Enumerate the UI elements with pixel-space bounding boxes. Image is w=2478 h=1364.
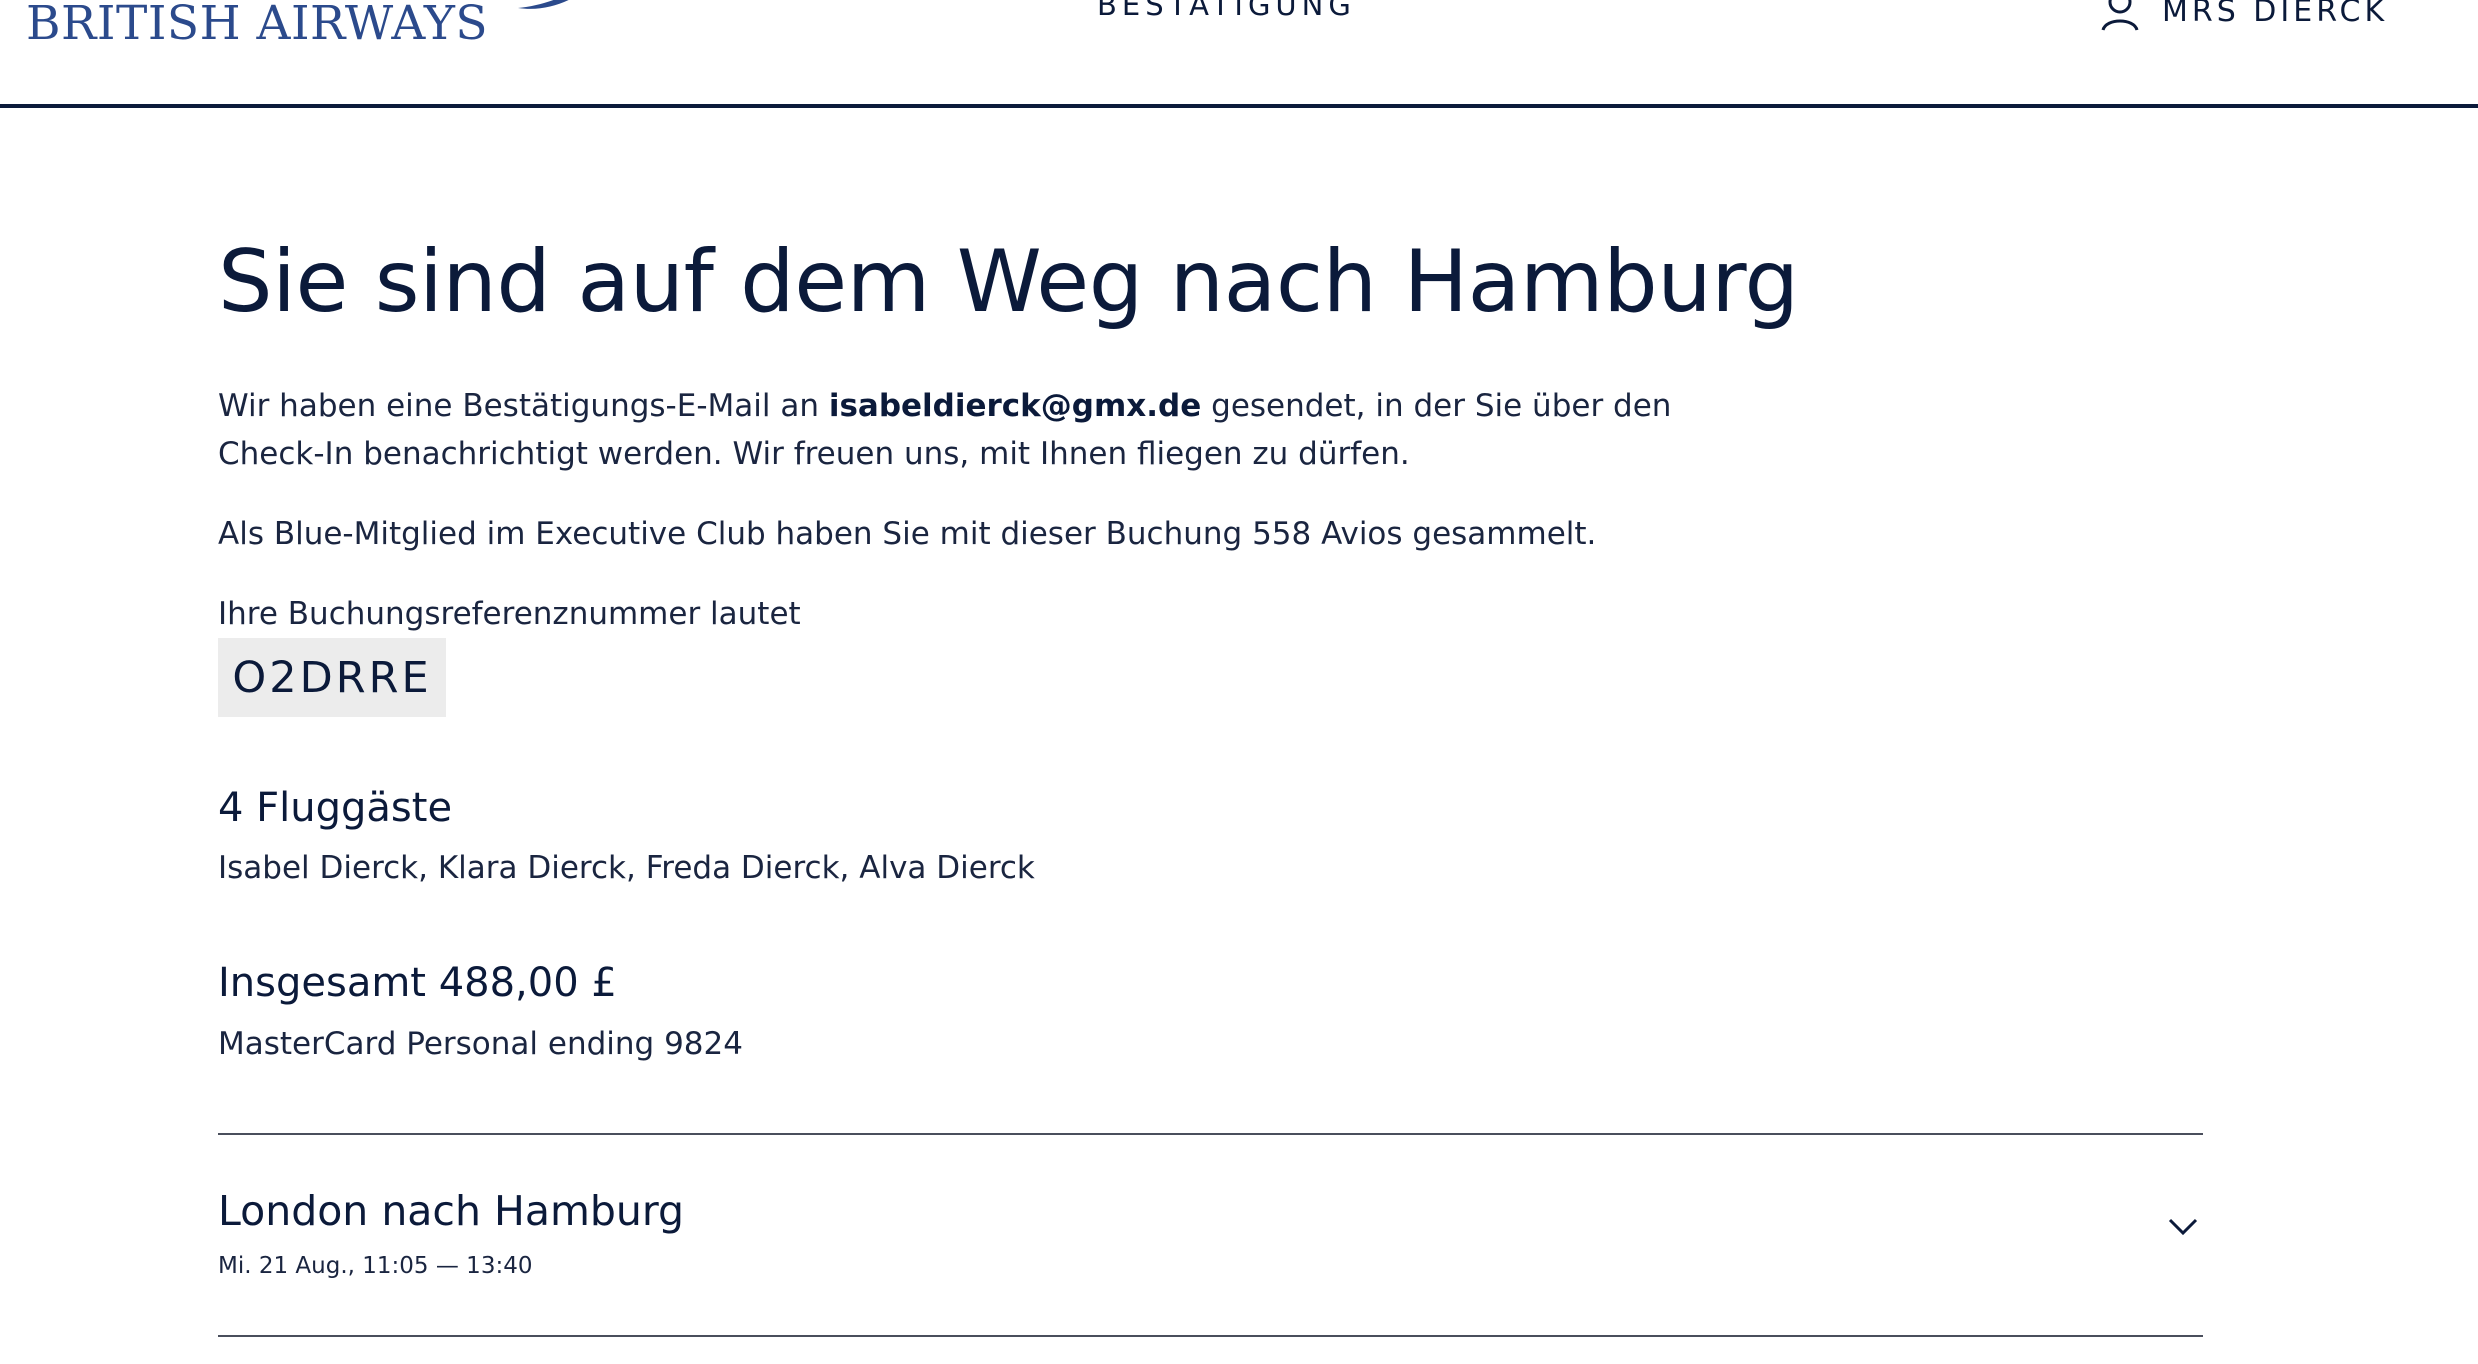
progress-step-label: BESTÄTIGUNG: [1097, 0, 1356, 22]
flight-details-toggle[interactable]: London nach Hamburg Mi. 21 Aug., 11:05 —…: [218, 1135, 2203, 1335]
avios-text: Als Blue-Mitglied im Executive Club habe…: [218, 516, 1597, 552]
email-outro-line-2: Check-In benachrichtigt werden. Wir freu…: [218, 436, 1410, 472]
email-confirmation-text: Wir haben eine Bestätigungs-E-Mail an is…: [218, 382, 1671, 478]
divider: [218, 1335, 2203, 1337]
page-title: Sie sind auf dem Weg nach Hamburg: [218, 232, 1799, 332]
flight-time: Mi. 21 Aug., 11:05 — 13:40: [218, 1253, 533, 1279]
total-price: Insgesamt 488,00 £: [218, 960, 617, 1006]
booking-reference: O2DRRE: [218, 638, 446, 717]
payment-method: MasterCard Personal ending 9824: [218, 1026, 743, 1062]
chevron-down-icon[interactable]: [2167, 1217, 2199, 1237]
passenger-names: Isabel Dierck, Klara Dierck, Freda Dierc…: [218, 850, 1035, 886]
british-airways-logo[interactable]: BRITISH AIRWAYS: [26, 0, 594, 47]
confirmation-email: isabeldierck@gmx.de: [828, 388, 1202, 424]
booking-reference-label: Ihre Buchungsreferenznummer lautet: [218, 596, 801, 632]
user-account-menu[interactable]: MRS DIERCK: [2100, 0, 2388, 32]
email-outro-line-1: gesendet, in der Sie über den: [1201, 388, 1672, 424]
speedmarque-icon: [518, 0, 569, 9]
flight-route: London nach Hamburg: [218, 1187, 685, 1235]
user-name: MRS DIERCK: [2162, 0, 2389, 29]
user-icon: [2101, 0, 2139, 31]
passenger-count: 4 Fluggäste: [218, 785, 453, 831]
brand-name: BRITISH AIRWAYS: [26, 0, 489, 51]
site-header: BRITISH AIRWAYS BESTÄTIGUNG MRS DIERCK: [0, 0, 2478, 108]
email-intro: Wir haben eine Bestätigungs-E-Mail an: [218, 388, 829, 424]
